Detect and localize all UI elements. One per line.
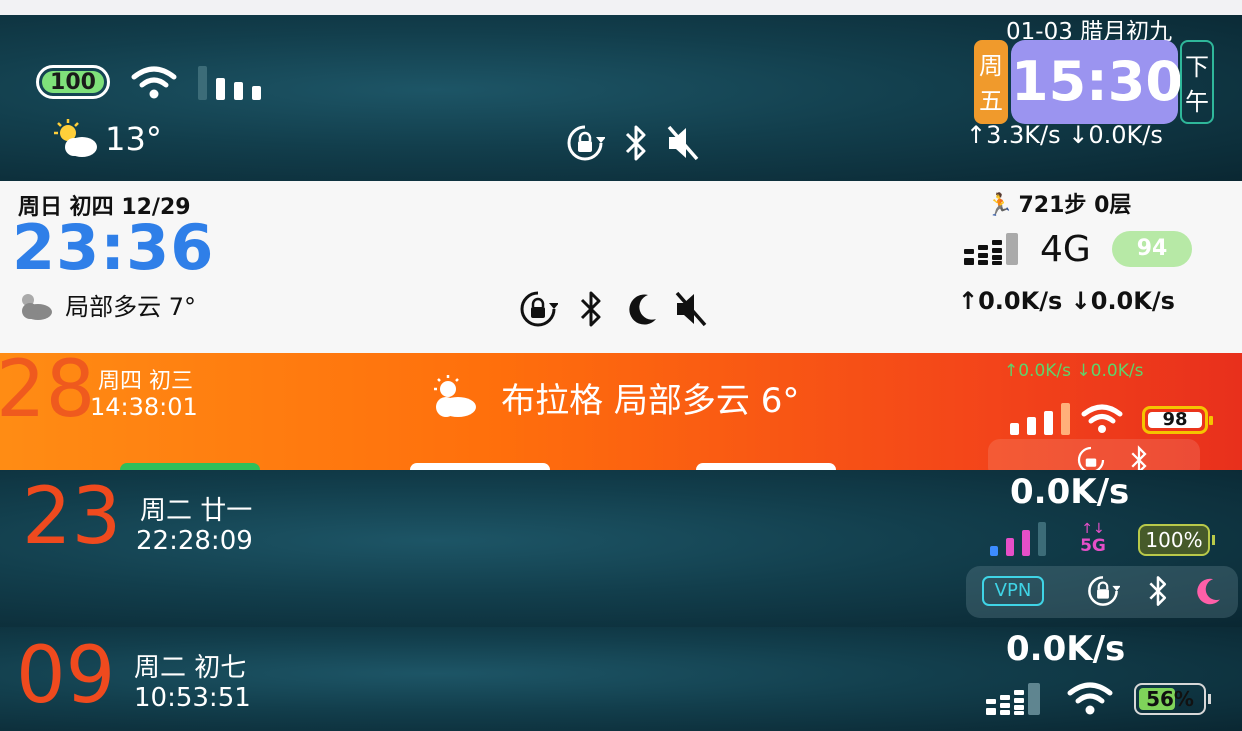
step-count-text: 721步 0层 bbox=[1018, 193, 1132, 218]
battery-indicator: 94 bbox=[1112, 231, 1192, 267]
weather-widget: 布拉格 局部多云 6° bbox=[426, 373, 799, 422]
signal-strength-icon bbox=[1010, 403, 1071, 437]
network-speed-text: ↑0.0K/s ↓0.0K/s bbox=[1004, 361, 1144, 381]
bluetooth-icon bbox=[581, 291, 601, 327]
status-bar-variant-5: 09 周二 初七 10:53:51 0.0K/s 56% bbox=[0, 627, 1242, 731]
rotation-lock-icon bbox=[1077, 446, 1105, 470]
weekday-lunar-text: 周二 廿一 bbox=[140, 496, 253, 526]
vpn-label: VPN bbox=[994, 580, 1032, 601]
partly-cloudy-icon bbox=[54, 119, 97, 157]
time-badge: 15:30 bbox=[1011, 40, 1183, 124]
status-bar-variant-2: 周日 初四 12/29 23:36 局部多云 7° 🏃 721步 0层 4G 9… bbox=[0, 181, 1242, 353]
weekday-char-2: 五 bbox=[979, 87, 1003, 115]
battery-indicator: 100 bbox=[36, 65, 110, 99]
weekday-char-1: 周 bbox=[979, 52, 1003, 80]
partly-cloudy-icon bbox=[22, 293, 52, 320]
clock-time: 10:53:51 bbox=[134, 683, 251, 713]
status-icons-group bbox=[565, 123, 701, 163]
network-type-text: 5G bbox=[1080, 536, 1106, 556]
clock-time: 23:36 bbox=[12, 211, 215, 284]
network-speed-text: 0.0K/s bbox=[1010, 472, 1130, 512]
battery-level-text: 56% bbox=[1146, 687, 1194, 711]
battery-level-text: 100% bbox=[1145, 528, 1203, 552]
mute-icon bbox=[667, 125, 699, 161]
weather-widget: 13° bbox=[52, 119, 162, 163]
clock-time: 14:38:01 bbox=[90, 393, 198, 421]
data-arrows-icon: ↑↓ bbox=[1081, 521, 1105, 537]
ampm-char-1: 下 bbox=[1185, 53, 1209, 81]
day-number: 09 bbox=[16, 631, 116, 721]
ampm-char-2: 午 bbox=[1185, 88, 1209, 116]
widget-edge bbox=[410, 463, 550, 470]
status-bar-variant-4: 23 周二 廿一 22:28:09 0.0K/s ↑↓ 5G 100% VPN bbox=[0, 470, 1242, 627]
weekday-badge: 周 五 bbox=[974, 40, 1008, 124]
clock-time: 22:28:09 bbox=[136, 526, 253, 556]
ampm-badge: 下 午 bbox=[1180, 40, 1214, 124]
partly-cloudy-icon bbox=[434, 374, 476, 417]
network-type-badge: ↑↓ 5G bbox=[1076, 522, 1110, 556]
signal-strength-icon bbox=[198, 66, 262, 102]
mute-icon bbox=[675, 291, 707, 327]
wifi-icon bbox=[1067, 682, 1113, 715]
bluetooth-icon[interactable] bbox=[1146, 574, 1170, 608]
rotation-lock-icon bbox=[520, 291, 559, 327]
wifi-icon bbox=[1081, 404, 1123, 433]
weather-text: 布拉格 局部多云 6° bbox=[501, 381, 800, 421]
weekday-lunar-text: 周四 初三 bbox=[98, 369, 193, 394]
battery-level-text: 100 bbox=[50, 70, 96, 95]
wifi-icon bbox=[131, 66, 177, 99]
weekday-lunar-text: 周二 初七 bbox=[134, 653, 247, 683]
signal-strength-icon bbox=[990, 522, 1047, 558]
moon-icon[interactable] bbox=[1192, 574, 1224, 608]
vpn-badge[interactable]: VPN bbox=[982, 576, 1044, 606]
weather-text: 局部多云 7° bbox=[65, 293, 196, 321]
temperature-text: 13° bbox=[105, 120, 162, 158]
battery-indicator: 56% bbox=[1134, 683, 1211, 715]
network-speed-text: 0.0K/s bbox=[1006, 629, 1126, 669]
day-number: 23 bbox=[22, 472, 122, 562]
rotation-lock-icon[interactable] bbox=[1086, 574, 1120, 608]
bluetooth-icon bbox=[626, 125, 646, 161]
status-icons-group bbox=[518, 289, 709, 329]
signal-strength-icon bbox=[964, 231, 1026, 267]
signal-strength-icon bbox=[986, 681, 1048, 717]
running-person-icon: 🏃 bbox=[986, 193, 1014, 218]
widget-edge bbox=[696, 463, 836, 470]
network-type-text: 4G bbox=[1040, 229, 1091, 270]
battery-level-text: 98 bbox=[1162, 409, 1188, 430]
clock-time: 15:30 bbox=[1011, 50, 1183, 113]
network-speed-text: ↑3.3K/s ↓0.0K/s bbox=[966, 121, 1163, 149]
status-bar-variant-3: 28 周四 初三 14:38:01 布拉格 局部多云 6° ↑0.0K/s ↓0… bbox=[0, 353, 1242, 470]
battery-indicator: 98 bbox=[1142, 406, 1213, 434]
status-bar-variant-1: 100 13° 01-03 腊月初九 周 五 15:30 下 午 ↑3.3K/s… bbox=[0, 15, 1242, 181]
battery-level-text: 94 bbox=[1136, 236, 1168, 261]
rotation-lock-icon bbox=[567, 125, 606, 161]
widget-edge bbox=[120, 463, 260, 470]
step-counter: 🏃 721步 0层 bbox=[986, 187, 1131, 219]
battery-indicator: 100% bbox=[1138, 524, 1215, 556]
day-number: 28 bbox=[0, 353, 96, 435]
weather-widget: 局部多云 7° bbox=[14, 287, 196, 322]
network-speed-text: ↑0.0K/s ↓0.0K/s bbox=[958, 287, 1175, 315]
bluetooth-icon bbox=[1131, 445, 1147, 470]
moon-icon bbox=[629, 294, 657, 325]
